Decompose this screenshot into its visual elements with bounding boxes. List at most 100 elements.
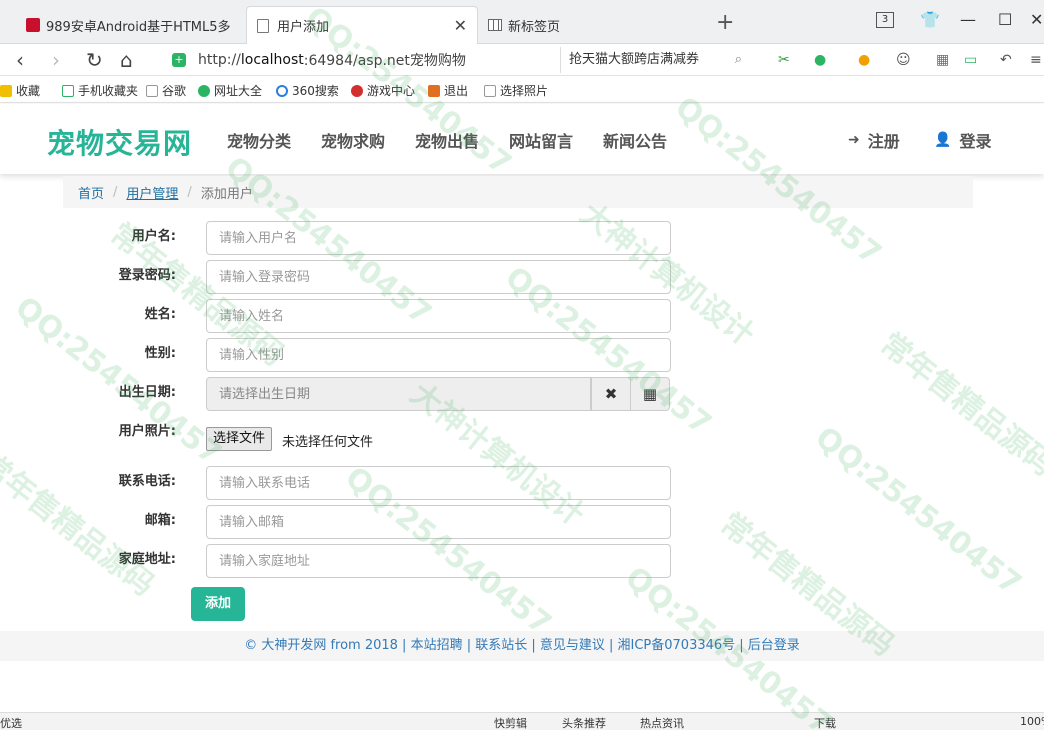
nav-pet-sale[interactable]: 宠物出售 xyxy=(415,128,479,152)
search-field[interactable]: 抢天猫大额跨店满减券 ⌕ xyxy=(560,47,750,73)
email-label: 邮箱: xyxy=(144,513,176,528)
birthdate-input[interactable] xyxy=(206,377,591,411)
form-row-address: 家庭地址: xyxy=(0,544,1044,583)
nav-news[interactable]: 新闻公告 xyxy=(603,128,667,152)
undo-icon[interactable]: ↶ xyxy=(1000,52,1012,68)
calendar-icon[interactable]: ▦ xyxy=(630,377,670,411)
phone-input[interactable] xyxy=(206,466,671,500)
login-link[interactable]: 👤 登录 xyxy=(934,128,991,152)
site-navbar: 宠物交易网 宠物分类 宠物求购 宠物出售 网站留言 新闻公告 ➜ 注册 👤 登录 xyxy=(0,104,1044,174)
back-button[interactable]: ‹ xyxy=(16,48,24,72)
skin-icon[interactable]: 👕 xyxy=(920,10,940,29)
bookmark-label: 选择照片 xyxy=(500,84,549,98)
document-icon xyxy=(257,18,269,33)
new-tab-button[interactable]: + xyxy=(716,10,734,35)
phone-icon xyxy=(62,84,74,97)
compass-icon xyxy=(198,84,210,97)
bookmark-item[interactable]: 手机收藏夹 xyxy=(62,82,138,99)
form-row-username: 用户名: xyxy=(0,221,1044,260)
bookmark-label: 谷歌 xyxy=(162,84,187,98)
breadcrumb-separator: / xyxy=(187,184,192,200)
breadcrumb-home[interactable]: 首页 xyxy=(78,183,104,202)
battery-icon[interactable]: ▭ xyxy=(964,52,977,68)
bookmark-label: 游戏中心 xyxy=(367,84,416,98)
password-input[interactable] xyxy=(206,260,671,294)
bookmark-item[interactable]: 网址大全 xyxy=(198,82,262,99)
add-user-button[interactable]: 添加 xyxy=(191,587,245,621)
register-link[interactable]: ➜ 注册 xyxy=(848,128,900,152)
username-label: 用户名: xyxy=(131,229,176,244)
username-input[interactable] xyxy=(206,221,671,255)
maximize-button[interactable]: ☐ xyxy=(998,10,1012,29)
search-suggestion: 抢天猫大额跨店满减券 xyxy=(569,52,700,67)
nav-pet-wanted[interactable]: 宠物求购 xyxy=(321,128,385,152)
name-label: 姓名: xyxy=(144,307,176,322)
file-status-text: 未选择任何文件 xyxy=(282,435,374,450)
tab-add-user[interactable]: 用户添加 ✕ xyxy=(246,6,478,44)
game-icon[interactable]: ☺ xyxy=(896,52,911,68)
phone-label: 联系电话: xyxy=(118,474,176,489)
minimize-button[interactable]: — xyxy=(960,10,976,29)
refresh-button[interactable]: ↻ xyxy=(86,48,103,72)
choose-file-button[interactable]: 选择文件 xyxy=(206,427,273,451)
name-input[interactable] xyxy=(206,299,671,333)
security-shield-icon: + xyxy=(172,53,186,67)
tab-new-tab[interactable]: 新标签页 xyxy=(480,6,708,44)
bookmark-item[interactable]: 游戏中心 xyxy=(351,82,415,99)
forward-button[interactable]: › xyxy=(52,48,60,72)
address-bar-row: ‹ › ↻ ⌂ + http://localhost:64984/asp.net… xyxy=(0,44,1044,76)
gender-label: 性别: xyxy=(144,346,176,361)
status-zoom[interactable]: 100% xyxy=(1020,715,1044,728)
nav-pet-category[interactable]: 宠物分类 xyxy=(227,128,291,152)
email-input[interactable] xyxy=(206,505,671,539)
gender-input[interactable] xyxy=(206,338,671,372)
bookmark-item[interactable]: 退出 xyxy=(428,82,468,99)
browser-tab-bar: 989安卓Android基于HTML5多 用户添加 ✕ 新标签页 + 3 👕 —… xyxy=(0,0,1044,44)
url-path: :64984/asp.net宠物购物 xyxy=(303,53,466,69)
nav-guestbook[interactable]: 网站留言 xyxy=(509,128,573,152)
apps-icon[interactable]: ▦ xyxy=(936,52,949,68)
footer-links[interactable]: © 大神开发网 from 2018 | 本站招聘 | 联系站长 | 意见与建议 … xyxy=(244,638,800,653)
close-icon[interactable]: ✕ xyxy=(454,16,467,35)
translate-icon[interactable]: ● xyxy=(814,52,826,68)
page-icon xyxy=(484,84,496,97)
form-row-email: 邮箱: xyxy=(0,505,1044,544)
bookmark-item[interactable]: 谷歌 xyxy=(146,82,186,99)
clear-date-button[interactable]: ✖ xyxy=(591,377,631,411)
bookmark-label: 360搜索 xyxy=(292,84,339,98)
bookmark-label: 收藏 xyxy=(16,84,41,98)
bookmarks-bar: 收藏 手机收藏夹 谷歌 网址大全 360搜索 游戏中心 退出 选择照片 xyxy=(0,77,1044,103)
bookmark-item[interactable]: 选择照片 xyxy=(484,82,548,99)
form-row-phone: 联系电话: xyxy=(0,466,1044,505)
bookmark-item[interactable]: 360搜索 xyxy=(276,82,339,99)
url-host: localhost xyxy=(240,52,304,68)
home-button[interactable]: ⌂ xyxy=(120,48,133,72)
tab-android[interactable]: 989安卓Android基于HTML5多 xyxy=(18,6,246,44)
search-icon[interactable]: ⌕ xyxy=(735,47,742,73)
bookmark-label: 网址大全 xyxy=(214,84,263,98)
address-label: 家庭地址: xyxy=(118,552,176,567)
close-window-button[interactable]: ✕ xyxy=(1030,10,1043,29)
status-headlines[interactable]: 头条推荐 xyxy=(562,715,606,731)
tab-count-badge[interactable]: 3 xyxy=(876,12,894,28)
breadcrumb-separator: / xyxy=(113,184,118,200)
form-row-name: 姓名: xyxy=(0,299,1044,338)
breadcrumb-current: 添加用户 xyxy=(200,186,253,202)
tab-title: 989安卓Android基于HTML5多 xyxy=(46,19,231,35)
breadcrumb-user-management[interactable]: 用户管理 xyxy=(126,183,178,202)
menu-icon[interactable]: ≡ xyxy=(1030,52,1042,68)
status-quick-cut[interactable]: 快剪辑 xyxy=(494,715,527,731)
password-label: 登录密码: xyxy=(118,268,176,283)
bookmark-item[interactable]: 收藏 xyxy=(0,82,40,99)
form-row-photo: 用户照片: 选择文件 未选择任何文件 xyxy=(0,416,1044,464)
status-download[interactable]: 下载 xyxy=(814,715,836,731)
photo-label: 用户照片: xyxy=(118,424,176,439)
coin-icon[interactable]: ● xyxy=(858,52,870,68)
scissors-icon[interactable]: ✂ xyxy=(778,52,790,68)
breadcrumb: 首页 / 用户管理 / 添加用户 xyxy=(63,176,973,208)
status-hot-news[interactable]: 热点资讯 xyxy=(640,715,684,731)
form-row-password: 登录密码: xyxy=(0,260,1044,299)
site-logo[interactable]: 宠物交易网 xyxy=(47,122,192,162)
address-input[interactable] xyxy=(206,544,671,578)
url-field[interactable]: + http://localhost:64984/asp.net宠物购物 xyxy=(172,47,558,73)
